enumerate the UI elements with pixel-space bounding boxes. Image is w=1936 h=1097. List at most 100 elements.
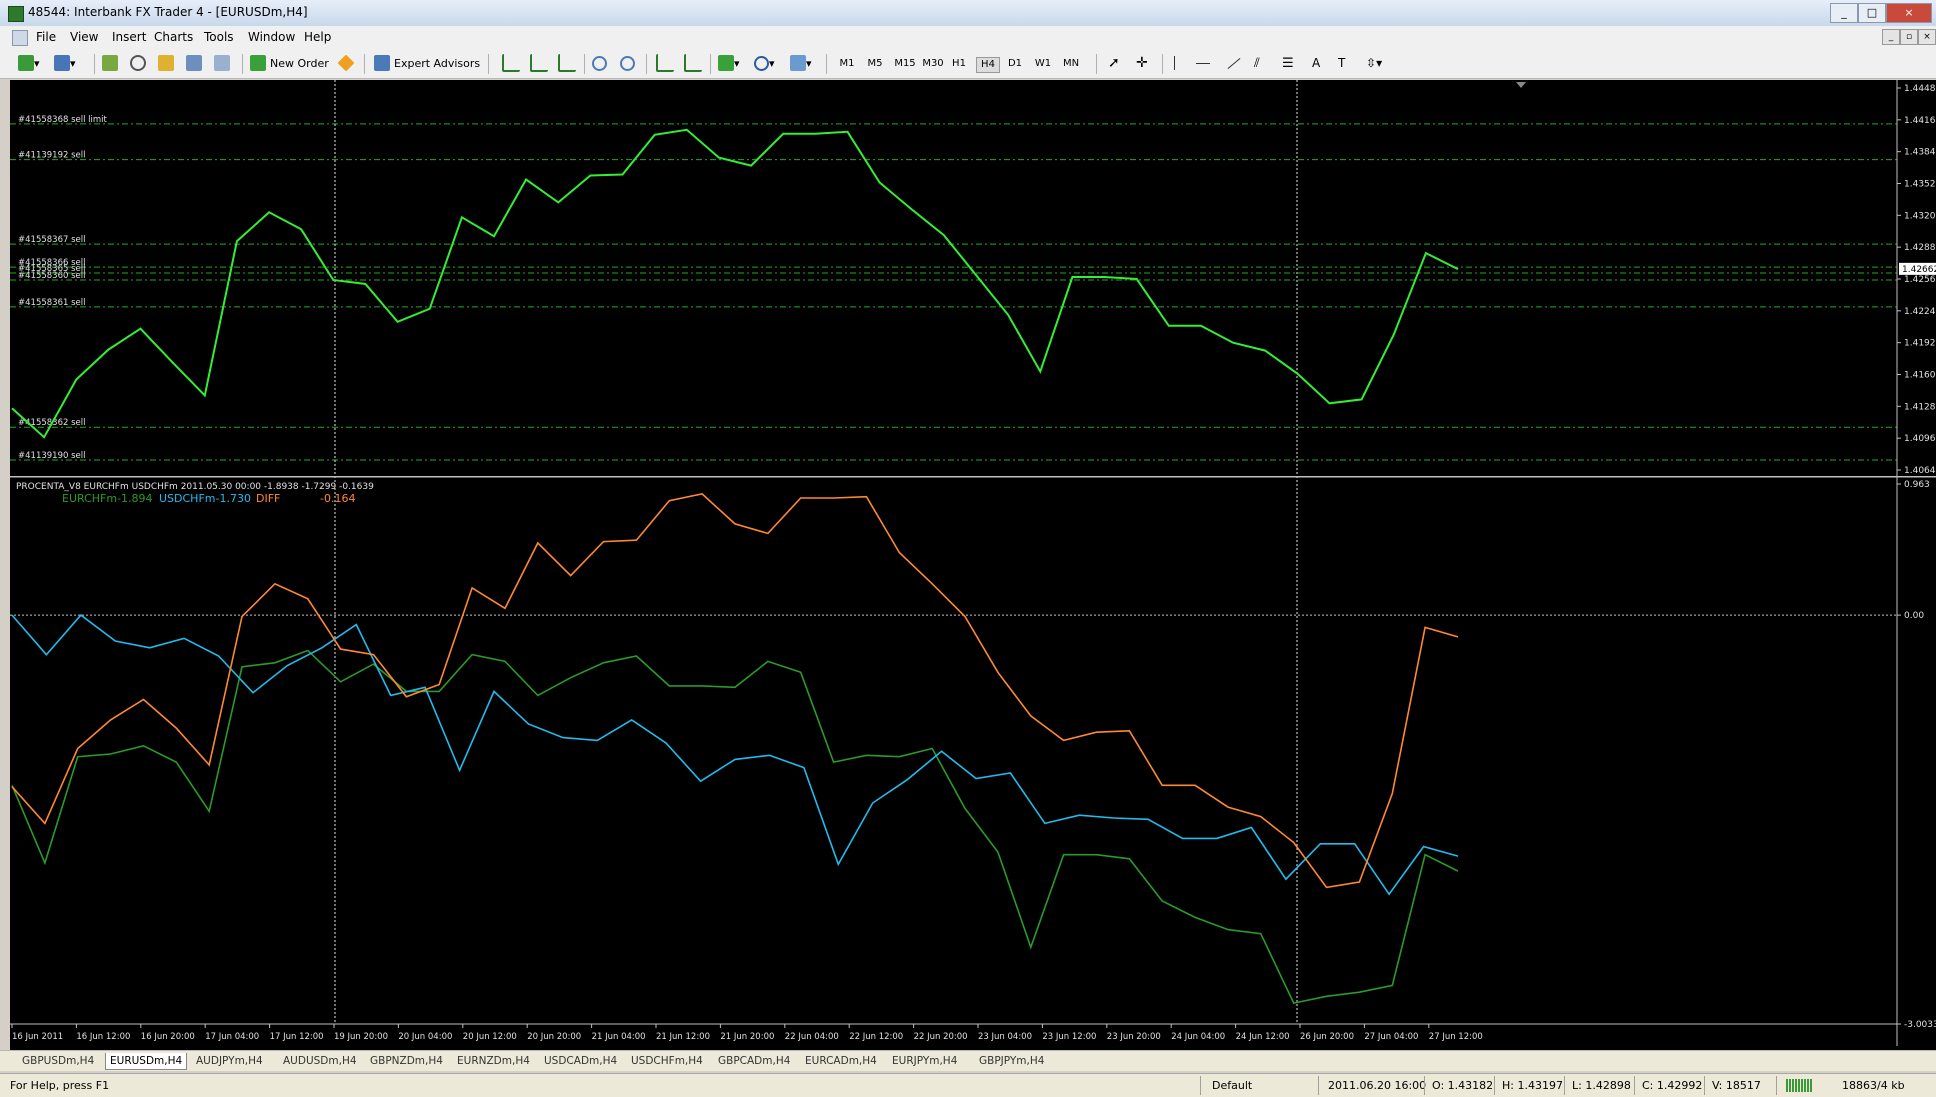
menu-view[interactable]: View <box>70 30 98 44</box>
time-tick-label: 24 Jun 12:00 <box>1236 1032 1290 1042</box>
magnifier-icon <box>214 55 230 71</box>
price-tick-label: 1.41920 <box>1904 339 1936 349</box>
horizontal-line-button[interactable] <box>1196 53 1210 73</box>
document-icon <box>12 30 28 46</box>
chart-tabs-bar: GBPUSDm,H4 EURUSDm,H4 AUDJPYm,H4 AUDUSDm,H4… <box>0 1050 1936 1071</box>
legend-diff-value: -0.164 <box>320 492 355 505</box>
indicators-button[interactable]: ▾ <box>718 53 740 73</box>
time-tick-label: 19 Jun 20:00 <box>334 1032 388 1042</box>
time-tick-label: 27 Jun 04:00 <box>1364 1032 1418 1042</box>
arrows-icon: ⇳ <box>1366 56 1377 70</box>
menu-charts[interactable]: Charts <box>154 30 193 44</box>
chart-tab[interactable]: EURCADm,H4 <box>801 1053 881 1069</box>
tf-m30[interactable]: M30 <box>920 57 946 71</box>
vertical-line-icon <box>1174 56 1175 70</box>
chart-tab[interactable]: USDCADm,H4 <box>540 1053 621 1069</box>
chart-tab[interactable]: EURNZDm,H4 <box>453 1053 534 1069</box>
arrows-button[interactable]: ⇳ ▾ <box>1366 53 1382 73</box>
tf-m5[interactable]: M5 <box>864 57 886 71</box>
profiles-icon <box>54 55 70 71</box>
market-watch-button[interactable] <box>102 53 118 73</box>
mdi-restore-button[interactable]: ▫ <box>1900 29 1918 45</box>
window-title: 48544: Interbank FX Trader 4 - [EURUSDm,… <box>28 5 308 19</box>
menu-window[interactable]: Window <box>248 30 295 44</box>
crosshair-button[interactable]: ✛ <box>1136 53 1148 73</box>
chart-tab[interactable]: GBPJPYm,H4 <box>975 1053 1048 1069</box>
menu-tools[interactable]: Tools <box>204 30 234 44</box>
connection-indicator-icon[interactable] <box>1786 1079 1812 1092</box>
price-tick-label: 1.41280 <box>1904 402 1936 412</box>
price-chart[interactable]: #41558368 sell limit #41139192 sell #41558… <box>10 80 1936 476</box>
profiles-button[interactable]: ▾ <box>54 53 76 73</box>
candlestick-button[interactable] <box>530 53 548 73</box>
chart-tab[interactable]: USDCHFm,H4 <box>627 1053 707 1069</box>
chart-tab[interactable]: GBPCADm,H4 <box>714 1053 794 1069</box>
order-label: #41139190 sell <box>18 451 85 461</box>
tester-button[interactable] <box>214 53 230 73</box>
new-chart-button[interactable]: ▾ <box>18 53 40 73</box>
chart-tab[interactable]: GBPNZDm,H4 <box>366 1053 447 1069</box>
indicator-line-usdchfm <box>11 614 1459 896</box>
periods-button[interactable]: ▾ <box>754 53 775 73</box>
navigator-button[interactable] <box>158 53 174 73</box>
menu-file[interactable]: File <box>36 30 56 44</box>
chart-tab[interactable]: AUDUSDm,H4 <box>279 1053 361 1069</box>
templates-button[interactable]: ▾ <box>790 53 812 73</box>
time-tick-label: 16 Jun 12:00 <box>76 1032 130 1042</box>
chart-shift-icon <box>684 54 702 72</box>
status-low: L: 1.42898 <box>1572 1079 1631 1092</box>
time-tick-label: 21 Jun 20:00 <box>720 1032 774 1042</box>
text-label-button[interactable]: T <box>1338 53 1345 73</box>
trendline-button[interactable] <box>1226 53 1242 73</box>
new-order-button[interactable]: New Order <box>250 53 329 73</box>
title-bar: 48544: Interbank FX Trader 4 - [EURUSDm,… <box>0 0 1936 27</box>
tf-d1[interactable]: D1 <box>1004 57 1026 71</box>
maximize-button[interactable]: □ <box>1858 3 1886 23</box>
chart-tab[interactable]: EURJPYm,H4 <box>888 1053 961 1069</box>
order-label: #41139192 sell <box>18 151 85 161</box>
status-open: O: 1.43182 <box>1432 1079 1494 1092</box>
chart-tab[interactable]: AUDJPYm,H4 <box>192 1053 267 1069</box>
cursor-icon: ➚ <box>1108 55 1120 71</box>
status-traffic: 18863/4 kb <box>1842 1079 1905 1092</box>
chart-shift-button[interactable] <box>684 53 702 73</box>
tf-w1[interactable]: W1 <box>1032 57 1054 71</box>
mdi-close-button[interactable]: × <box>1918 29 1936 45</box>
price-tick-label: 1.41600 <box>1904 371 1936 381</box>
minimize-button[interactable]: _ <box>1830 3 1858 23</box>
legend-diff: DIFF <box>256 492 280 505</box>
tf-h4[interactable]: H4 <box>976 57 1000 73</box>
indicator-window[interactable]: 0.963 0.00 -3.0033 16 Jun 2011 16 Jun 12:00 1… <box>10 476 1936 1046</box>
menu-insert[interactable]: Insert <box>112 30 146 44</box>
expert-advisors-button[interactable]: Expert Advisors <box>374 53 480 73</box>
time-tick-label: 16 Jun 2011 <box>12 1032 63 1042</box>
bar-chart-icon <box>502 54 520 72</box>
line-chart-button[interactable] <box>558 53 576 73</box>
tf-h1[interactable]: H1 <box>948 57 970 71</box>
legend-eurchfm: EURCHFm-1.894 <box>62 492 153 505</box>
tf-mn[interactable]: MN <box>1060 57 1082 71</box>
metaeditor-button[interactable] <box>337 53 355 73</box>
tf-m1[interactable]: M1 <box>836 57 858 71</box>
vertical-line-button[interactable] <box>1174 53 1175 73</box>
new-chart-icon <box>18 55 34 71</box>
fibonacci-button[interactable]: ☰ <box>1282 53 1294 73</box>
chart-tab[interactable]: GBPUSDm,H4 <box>18 1053 98 1069</box>
text-button[interactable]: A <box>1312 53 1320 73</box>
bar-chart-button[interactable] <box>502 53 520 73</box>
chart-tab[interactable]: EURUSDm,H4 <box>105 1053 188 1070</box>
app-icon <box>8 6 24 22</box>
mdi-minimize-button[interactable]: _ <box>1882 29 1900 45</box>
terminal-button[interactable] <box>186 53 202 73</box>
zoom-in-button[interactable] <box>592 53 607 73</box>
channel-button[interactable]: ⫽ <box>1254 53 1260 73</box>
market-watch-icon <box>102 55 118 71</box>
tf-m15[interactable]: M15 <box>892 57 918 71</box>
cursor-button[interactable]: ➚ <box>1108 53 1120 73</box>
menu-help[interactable]: Help <box>304 30 331 44</box>
terminal-icon <box>186 55 202 71</box>
data-window-button[interactable] <box>130 53 146 73</box>
zoom-out-button[interactable] <box>620 53 635 73</box>
close-button[interactable]: × <box>1886 3 1932 23</box>
auto-scroll-button[interactable] <box>656 53 674 73</box>
